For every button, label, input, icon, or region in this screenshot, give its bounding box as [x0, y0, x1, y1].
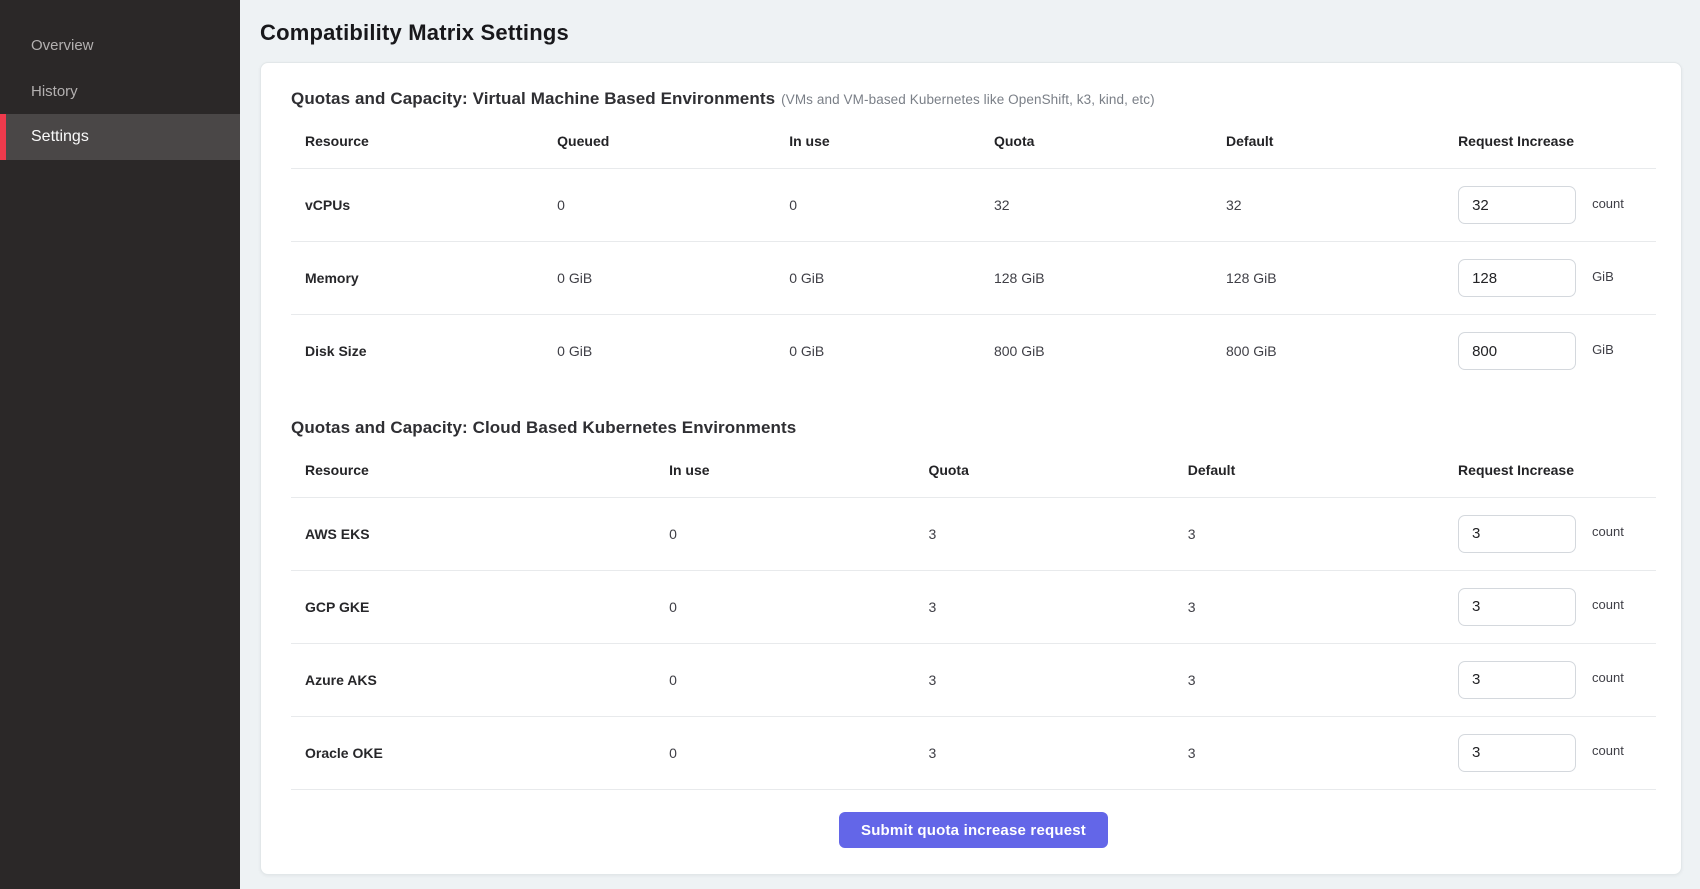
table-row: Azure AKS 0 3 3 count	[291, 643, 1656, 716]
in-use-cell: 0	[669, 716, 928, 789]
column-header-request-increase: Request Increase	[1458, 113, 1656, 169]
oracle-oke-request-input[interactable]	[1458, 734, 1576, 772]
disk-size-request-input[interactable]	[1458, 332, 1576, 370]
in-use-cell: 0	[669, 643, 928, 716]
default-cell: 3	[1188, 716, 1458, 789]
queued-cell: 0	[557, 169, 789, 242]
section-cloud-kubernetes: Quotas and Capacity: Cloud Based Kuberne…	[291, 418, 1656, 790]
quota-cell: 3	[928, 497, 1187, 570]
unit-label: count	[1592, 597, 1624, 612]
in-use-cell: 0 GiB	[789, 242, 994, 315]
app-window: Overview History Settings Compatibility …	[0, 0, 1700, 889]
sidebar-item-overview[interactable]: Overview	[0, 22, 240, 68]
column-header-quota: Quota	[994, 113, 1226, 169]
resource-cell: AWS EKS	[291, 497, 669, 570]
sidebar-nav: Overview History Settings	[0, 22, 240, 160]
request-increase-cell: count	[1458, 643, 1656, 716]
request-increase-cell: count	[1458, 716, 1656, 789]
in-use-cell: 0	[669, 570, 928, 643]
unit-label: GiB	[1592, 269, 1614, 284]
section-title-cloud: Quotas and Capacity: Cloud Based Kuberne…	[291, 418, 1656, 438]
sidebar-item-settings[interactable]: Settings	[0, 114, 240, 160]
table-header-row: Resource In use Quota Default Request In…	[291, 442, 1656, 498]
card-footer: Submit quota increase request	[291, 790, 1656, 872]
resource-cell: Memory	[291, 242, 557, 315]
sidebar-item-label: History	[31, 83, 78, 100]
unit-label: count	[1592, 670, 1624, 685]
column-header-quota: Quota	[928, 442, 1187, 498]
request-increase-cell: count	[1458, 169, 1656, 242]
unit-label: count	[1592, 743, 1624, 758]
column-header-request-increase: Request Increase	[1458, 442, 1656, 498]
sidebar-item-label: Overview	[31, 37, 94, 54]
default-cell: 32	[1226, 169, 1458, 242]
gcp-gke-request-input[interactable]	[1458, 588, 1576, 626]
sidebar-item-history[interactable]: History	[0, 68, 240, 114]
cloud-quota-table: Resource In use Quota Default Request In…	[291, 442, 1656, 790]
queued-cell: 0 GiB	[557, 242, 789, 315]
section-vm-environments: Quotas and Capacity: Virtual Machine Bas…	[291, 89, 1656, 388]
section-title-vm: Quotas and Capacity: Virtual Machine Bas…	[291, 89, 1656, 109]
section-title-text: Quotas and Capacity: Virtual Machine Bas…	[291, 89, 775, 108]
section-note: (VMs and VM-based Kubernetes like OpenSh…	[781, 92, 1155, 107]
column-header-queued: Queued	[557, 113, 789, 169]
in-use-cell: 0	[669, 497, 928, 570]
quota-cell: 3	[928, 643, 1187, 716]
resource-cell: Disk Size	[291, 315, 557, 388]
in-use-cell: 0	[789, 169, 994, 242]
column-header-default: Default	[1226, 113, 1458, 169]
table-row: vCPUs 0 0 32 32 count	[291, 169, 1656, 242]
resource-cell: Oracle OKE	[291, 716, 669, 789]
table-header-row: Resource Queued In use Quota Default Req…	[291, 113, 1656, 169]
column-header-resource: Resource	[291, 442, 669, 498]
table-row: Memory 0 GiB 0 GiB 128 GiB 128 GiB GiB	[291, 242, 1656, 315]
vcpus-request-input[interactable]	[1458, 186, 1576, 224]
azure-aks-request-input[interactable]	[1458, 661, 1576, 699]
queued-cell: 0 GiB	[557, 315, 789, 388]
quota-cell: 3	[928, 716, 1187, 789]
default-cell: 128 GiB	[1226, 242, 1458, 315]
unit-label: GiB	[1592, 342, 1614, 357]
submit-quota-increase-button[interactable]: Submit quota increase request	[839, 812, 1108, 848]
quota-cell: 32	[994, 169, 1226, 242]
default-cell: 3	[1188, 643, 1458, 716]
table-row: Disk Size 0 GiB 0 GiB 800 GiB 800 GiB Gi…	[291, 315, 1656, 388]
main-content: Compatibility Matrix Settings Quotas and…	[240, 0, 1700, 889]
column-header-in-use: In use	[789, 113, 994, 169]
sidebar: Overview History Settings	[0, 0, 240, 889]
quota-cell: 3	[928, 570, 1187, 643]
unit-label: count	[1592, 196, 1624, 211]
resource-cell: GCP GKE	[291, 570, 669, 643]
request-increase-cell: count	[1458, 570, 1656, 643]
unit-label: count	[1592, 524, 1624, 539]
sidebar-item-label: Settings	[31, 128, 89, 146]
quota-cell: 800 GiB	[994, 315, 1226, 388]
column-header-resource: Resource	[291, 113, 557, 169]
request-increase-cell: GiB	[1458, 242, 1656, 315]
table-row: Oracle OKE 0 3 3 count	[291, 716, 1656, 789]
resource-cell: vCPUs	[291, 169, 557, 242]
aws-eks-request-input[interactable]	[1458, 515, 1576, 553]
memory-request-input[interactable]	[1458, 259, 1576, 297]
in-use-cell: 0 GiB	[789, 315, 994, 388]
quota-cell: 128 GiB	[994, 242, 1226, 315]
default-cell: 3	[1188, 497, 1458, 570]
table-row: GCP GKE 0 3 3 count	[291, 570, 1656, 643]
request-increase-cell: GiB	[1458, 315, 1656, 388]
default-cell: 800 GiB	[1226, 315, 1458, 388]
settings-card: Quotas and Capacity: Virtual Machine Bas…	[260, 62, 1682, 875]
page-title: Compatibility Matrix Settings	[260, 20, 1682, 46]
table-row: AWS EKS 0 3 3 count	[291, 497, 1656, 570]
column-header-in-use: In use	[669, 442, 928, 498]
resource-cell: Azure AKS	[291, 643, 669, 716]
default-cell: 3	[1188, 570, 1458, 643]
request-increase-cell: count	[1458, 497, 1656, 570]
vm-quota-table: Resource Queued In use Quota Default Req…	[291, 113, 1656, 388]
column-header-default: Default	[1188, 442, 1458, 498]
